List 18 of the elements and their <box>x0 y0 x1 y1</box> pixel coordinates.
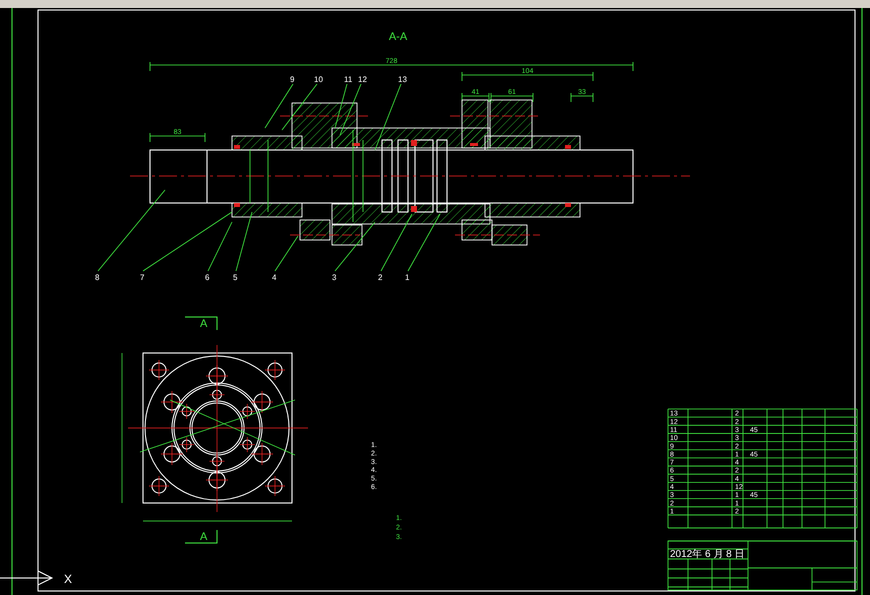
part-number: 2 <box>378 273 382 282</box>
view-title: A-A <box>388 31 408 43</box>
part-number: 1 <box>405 273 410 282</box>
axis-label: X <box>64 572 72 586</box>
part-number: 5 <box>233 273 238 282</box>
part-number: 9 <box>290 75 294 84</box>
part-number: 12 <box>358 75 367 84</box>
part-number: 4 <box>272 273 276 282</box>
part-number: 11 <box>344 75 352 84</box>
part-number: 13 <box>398 75 407 84</box>
part-number: 7 <box>140 273 144 282</box>
date-text: 2012年 6 月 8 日 <box>670 548 744 560</box>
section-label: A <box>200 531 208 543</box>
part-number: 10 <box>314 75 323 84</box>
part-number: 3 <box>332 273 336 282</box>
part-number: 6 <box>205 273 210 282</box>
section-label: A <box>200 318 208 330</box>
part-number: 8 <box>95 273 100 282</box>
